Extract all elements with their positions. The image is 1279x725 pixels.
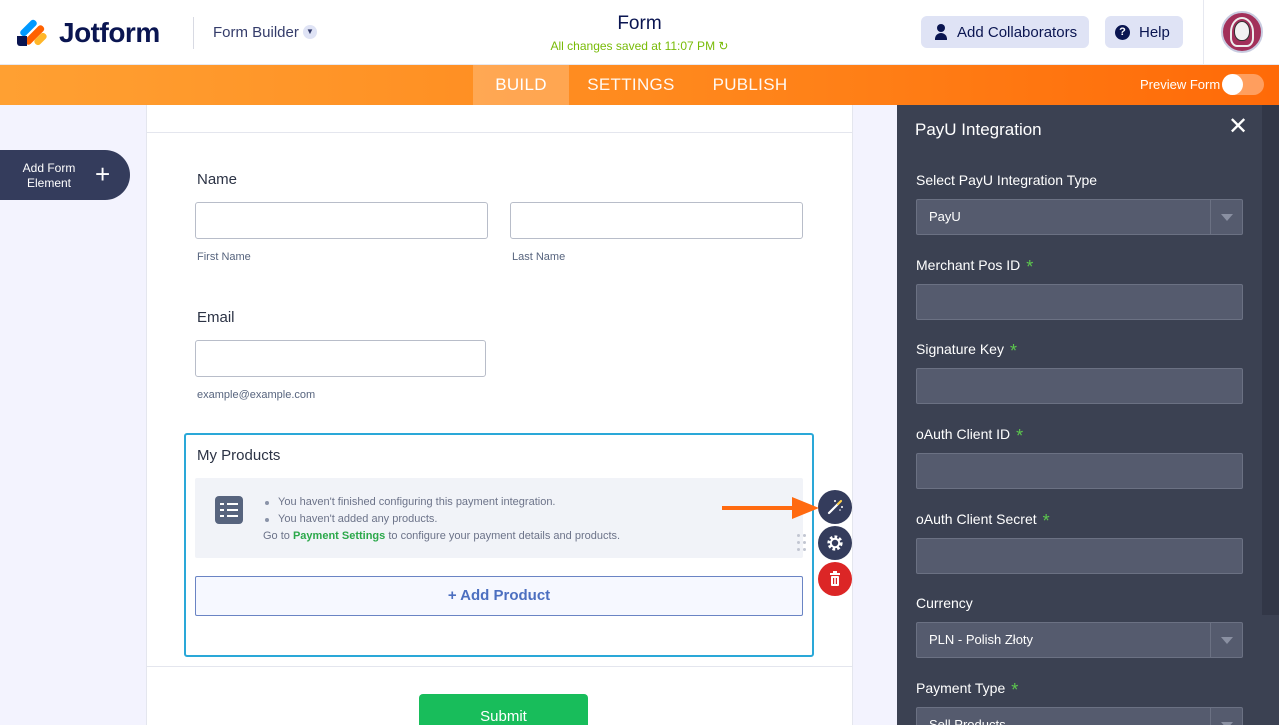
submit-button[interactable]: Submit [419, 694, 588, 725]
tab-build[interactable]: BUILD [473, 65, 569, 105]
email-sublabel: example@example.com [197, 389, 316, 401]
notice-instructions: Go to Payment Settings to configure your… [263, 530, 621, 542]
help-button[interactable]: ? Help [1105, 16, 1183, 48]
toggle-knob [1222, 74, 1243, 95]
integration-type-label: Select PayU Integration Type [916, 172, 1098, 188]
plus-icon: + [95, 159, 111, 189]
first-name-sublabel: First Name [197, 251, 251, 263]
notice-item: You haven't finished configuring this pa… [265, 494, 556, 511]
user-icon [935, 24, 947, 40]
payment-type-select[interactable]: Sell Products [916, 707, 1243, 725]
canvas-divider [146, 132, 853, 133]
signature-key-label: Signature Key * [916, 341, 1017, 361]
name-label: Name [197, 171, 238, 188]
panel-title: PayU Integration [915, 120, 1042, 139]
notice-list: You haven't finished configuring this pa… [265, 494, 556, 528]
wand-icon[interactable] [818, 490, 852, 524]
merchant-pos-input[interactable] [916, 284, 1243, 320]
notice-item: You haven't added any products. [265, 511, 556, 528]
preview-form-toggle[interactable] [1222, 74, 1264, 95]
help-icon: ? [1115, 24, 1130, 40]
tab-publish[interactable]: PUBLISH [704, 65, 796, 105]
oauth-client-id-label: oAuth Client ID * [916, 426, 1024, 446]
chevron-down-icon [1210, 623, 1242, 657]
last-name-input[interactable] [510, 202, 803, 239]
tab-settings[interactable]: SETTINGS [580, 65, 682, 105]
oauth-client-secret-input[interactable] [916, 538, 1243, 574]
chevron-down-icon [1210, 708, 1242, 725]
currency-label: Currency [916, 595, 973, 611]
preview-form-label: Preview Form [1140, 77, 1221, 92]
gear-icon[interactable] [818, 526, 852, 560]
avatar-divider [1203, 0, 1204, 65]
panel-scrollbar[interactable] [1262, 105, 1279, 615]
add-form-element-label: Add Form Element [22, 161, 76, 190]
oauth-client-id-input[interactable] [916, 453, 1243, 489]
checklist-icon [215, 496, 243, 524]
builder-navbar: BUILD SETTINGS PUBLISH Preview Form [0, 65, 1279, 105]
products-title[interactable]: My Products [197, 447, 280, 464]
refresh-icon: ↻ [718, 39, 729, 53]
add-collaborators-button[interactable]: Add Collaborators [921, 16, 1089, 48]
last-name-sublabel: Last Name [512, 251, 566, 263]
help-label: Help [1139, 23, 1170, 41]
chevron-down-icon [1210, 200, 1242, 234]
add-form-element-button[interactable]: Add Form Element + [0, 150, 130, 200]
payment-settings-link[interactable]: Payment Settings [293, 530, 385, 542]
merchant-pos-label: Merchant Pos ID * [916, 257, 1034, 277]
arrow-annotation [722, 497, 819, 519]
add-collaborators-label: Add Collaborators [957, 23, 1078, 41]
email-label: Email [197, 309, 235, 326]
save-status-text: All changes saved at 11:07 PM [550, 39, 716, 53]
canvas-divider-bottom [146, 666, 853, 667]
drag-handle-icon[interactable] [797, 534, 807, 554]
trash-icon[interactable] [818, 562, 852, 596]
integration-type-select[interactable]: PayU [916, 199, 1243, 235]
currency-select[interactable]: PLN - Polish Złoty [916, 622, 1243, 658]
first-name-input[interactable] [195, 202, 488, 239]
payment-type-label: Payment Type * [916, 680, 1019, 700]
avatar[interactable] [1221, 11, 1263, 53]
email-input[interactable] [195, 340, 486, 377]
add-product-button[interactable]: + Add Product [195, 576, 803, 616]
top-header: Jotform Form Builder ▼ Form All changes … [0, 0, 1279, 65]
oauth-client-secret-label: oAuth Client Secret * [916, 511, 1050, 531]
signature-key-input[interactable] [916, 368, 1243, 404]
close-icon[interactable]: ✕ [1228, 115, 1248, 139]
